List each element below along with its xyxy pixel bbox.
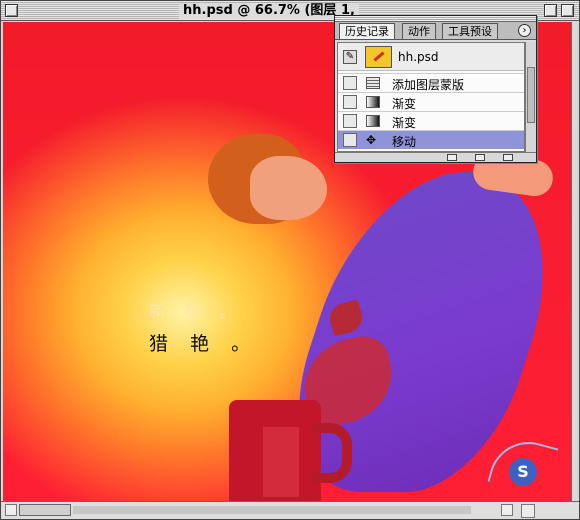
palette-footer [335,152,536,162]
trash-icon[interactable] [503,154,513,161]
history-state-row[interactable]: 渐变 [338,111,524,130]
brush-source-icon[interactable]: ✎ [343,50,357,64]
cup-handle [312,423,352,483]
history-state-label: 添加图层蒙版 [392,78,465,92]
layer-mask-icon [366,77,380,89]
tab-tool-presets[interactable]: 工具预设 [442,23,498,39]
canvas-text-line1: 新 欢 。 [149,302,243,321]
palette-scrollbar[interactable] [525,42,536,152]
history-state-label: 移动 [392,135,417,149]
history-state-row[interactable]: 添加图层蒙版 [338,73,524,92]
watermark-logo: S [483,432,565,501]
figure-face [250,156,327,220]
palette-menu-icon[interactable]: › [518,24,531,37]
tab-history[interactable]: 历史记录 [339,23,395,39]
vertical-scrollbar[interactable] [571,22,579,501]
history-state-label: 渐变 [392,116,417,130]
snapshot-row[interactable]: ✎ hh.psd [338,43,524,71]
snapshot-label: hh.psd [398,50,439,64]
horizontal-scrollbar[interactable] [1,501,579,519]
history-list: ✎ hh.psd 添加图层蒙版 渐变 渐变 ✥ 移动 [337,42,525,152]
gradient-icon [366,96,380,108]
watermark-s-icon: S [509,458,537,486]
history-state-checkbox[interactable] [343,114,357,128]
new-document-from-state-icon[interactable] [447,154,457,161]
history-state-checkbox[interactable] [343,95,357,109]
zoom-box[interactable] [544,4,557,17]
canvas-text-line2: 猎 艳 。 [149,333,259,355]
history-state-row-selected[interactable]: ✥ 移动 [338,130,524,149]
close-box[interactable] [5,4,18,17]
history-state-checkbox[interactable] [343,133,357,147]
history-state-label: 渐变 [392,97,417,111]
history-state-checkbox[interactable] [343,76,357,90]
history-palette: 历史记录 动作 工具预设 › ✎ hh.psd 添加图层蒙版 渐变 渐变 ✥ 移… [334,15,537,163]
cup-label [263,427,299,497]
scroll-left-arrow-icon[interactable] [5,504,17,516]
palette-scroll-thumb[interactable] [527,67,535,123]
collapse-box[interactable] [561,4,574,17]
horizontal-scroll-thumb[interactable] [19,504,71,516]
camera-snapshot-icon[interactable] [475,154,485,161]
gradient-icon [366,115,380,127]
resize-grip-icon[interactable] [521,504,535,518]
move-tool-icon: ✥ [366,133,377,147]
palette-tabs: 历史记录 动作 工具预设 › [335,22,536,40]
snapshot-thumbnail [365,46,392,68]
horizontal-scroll-track[interactable] [73,506,471,514]
document-title: hh.psd @ 66.7% (图层 1, [179,3,359,19]
scroll-right-arrow-icon[interactable] [501,504,513,516]
history-state-row[interactable]: 渐变 [338,92,524,111]
tab-actions[interactable]: 动作 [402,23,436,39]
